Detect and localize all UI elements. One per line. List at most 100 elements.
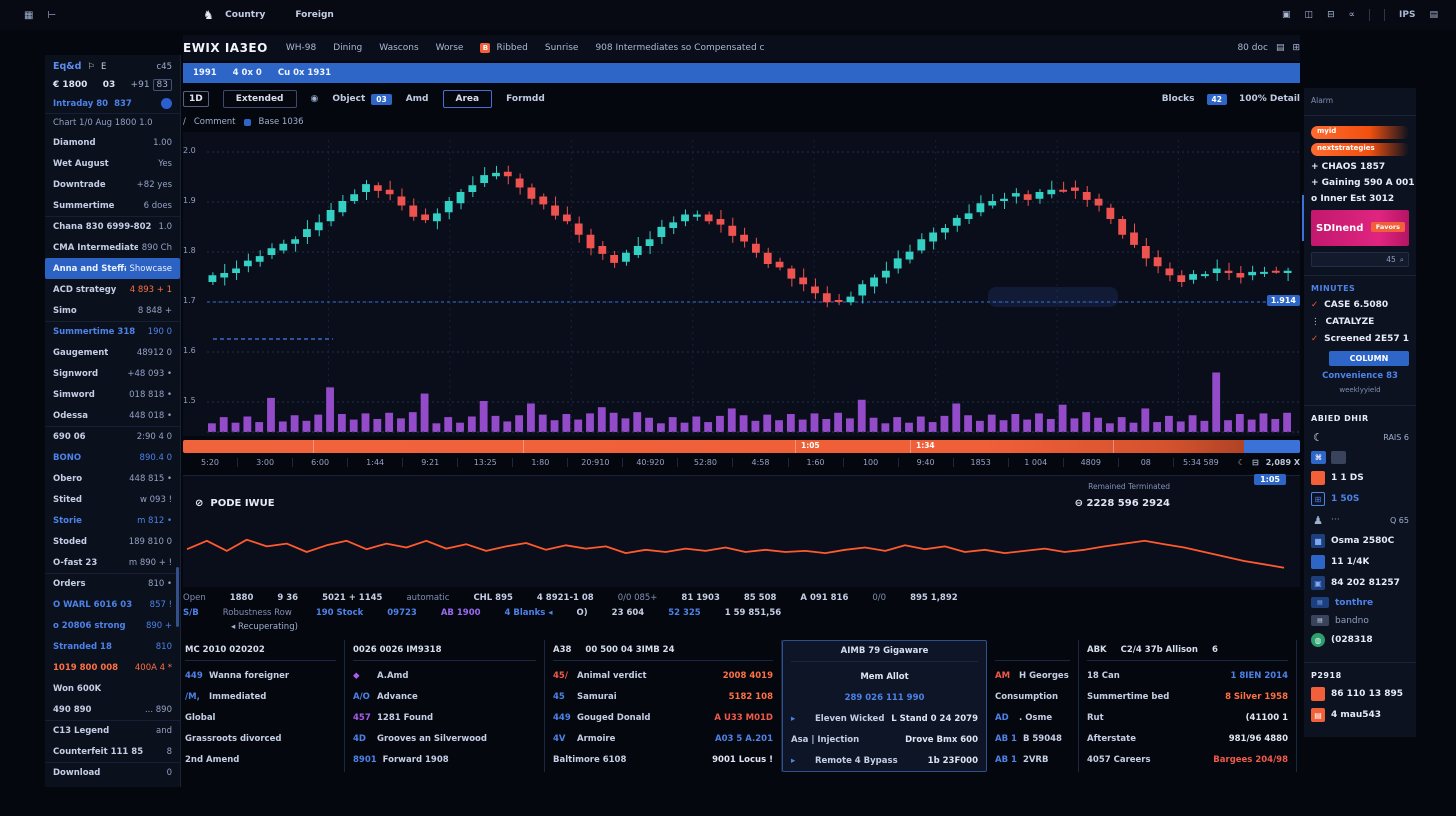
time-axis-label[interactable]: 4809 [1063,458,1118,467]
zoom-level-label[interactable]: 2,089 X [1266,458,1300,467]
candlestick-chart[interactable]: 2.01.91.81.71.61.5 1.914 [183,132,1300,436]
interval-button[interactable]: 1D [183,91,209,107]
panel-row[interactable]: ▤4 mau543 [1311,708,1409,722]
chip-gray[interactable] [1331,451,1346,464]
symbol-tab[interactable]: Ribbed [496,43,527,53]
panel-icon-4[interactable]: ∝ [1349,10,1355,20]
watchlist-row[interactable]: 690 062:90 4 0 [45,426,180,447]
panel-icon-1[interactable]: ▣ [1282,10,1291,20]
watchlist-row[interactable]: Diamond1.00 [45,132,180,153]
symbol-tab[interactable]: Dining [333,43,362,53]
watchlist-row[interactable]: Downtrade+82 yes [45,174,180,195]
moon-icon[interactable]: ☾ [1238,458,1245,467]
watchlist-row[interactable]: Signword+48 093 • [45,363,180,384]
watchlist-row[interactable]: Orders810 • [45,573,180,594]
time-axis-label[interactable]: 1 004 [1008,458,1063,467]
details-row[interactable]: ▸Eleven WickedL Stand 0 24 2079 [791,708,978,729]
time-axis-label[interactable]: 3:00 [237,458,292,467]
user-icon[interactable]: ⊞ [1292,43,1300,53]
checklist-row[interactable]: ⋮CATALYZE [1311,317,1409,327]
banner-button[interactable]: Favors [1371,222,1405,232]
price-level-badge[interactable]: 1.914 [1267,295,1300,306]
extended-button[interactable]: Extended [223,90,297,108]
panel-row[interactable]: ⊞1 50S [1311,492,1409,506]
details-row[interactable]: 449Wanna foreigner [185,665,336,686]
symbol-tab[interactable]: 908 Intermediates so Compensated c [595,43,764,53]
details-row[interactable]: /M,Immediated [185,686,336,707]
convenience-link[interactable]: Convenience 83 [1311,371,1409,381]
chart-scrollbar[interactable]: 1:051:34 [183,440,1300,453]
watchlist-row[interactable]: Simword018 818 • [45,384,180,405]
watchlist-row[interactable]: Counterfeit 111 858 [45,741,180,762]
watchlist-row[interactable]: Stranded 18810 [45,636,180,657]
camera-icon[interactable]: ◉ [311,94,319,104]
chart-canvas[interactable] [183,132,1300,436]
watchlist-row[interactable]: CMA Intermediate890 Ch [45,237,180,258]
details-row[interactable]: Baltimore 61089001 Locus ! [553,749,773,770]
details-row[interactable]: 4571281 Found [353,707,536,728]
watchlist-scrollbar[interactable] [176,567,179,627]
time-axis-label[interactable]: 20:910 [567,458,622,467]
symbol-tab[interactable]: Sunrise [545,43,579,53]
panel-row[interactable]: ☾RAIS 6 [1311,430,1409,444]
watchlist-filter-row[interactable]: € 1800 03 +91 83 [45,76,180,94]
details-row[interactable]: 289 026 111 990 [791,687,978,708]
filter-box[interactable]: 83 [153,79,172,91]
details-row[interactable]: ▸Remote 4 Bypass1b 23F000 [791,750,978,771]
watchlist-row[interactable]: Obero448 815 • [45,468,180,489]
promo-banner[interactable]: SDInendFavors [1311,210,1409,246]
object-button[interactable]: Object [332,94,365,104]
details-row[interactable]: AD. Osme [995,707,1070,728]
details-row[interactable]: AB 1B 59048 [995,728,1070,749]
panel-row[interactable]: ▤tonthre [1311,597,1409,608]
watchlist-row[interactable]: C13 Legendand [45,720,180,741]
promo-pill[interactable]: myid [1311,126,1409,139]
indicator-chip[interactable]: 1:05 [1254,474,1286,485]
app-grid-icon[interactable]: ▦ [24,10,33,21]
indicator-title[interactable]: PODE IWUE [210,498,274,509]
time-axis-label[interactable]: 5:34 589 [1173,458,1228,467]
details-row[interactable]: AMH Georges [995,665,1070,686]
panel-row[interactable]: 11 1/4K [1311,555,1409,569]
time-axis-label[interactable]: 100 [843,458,898,467]
list-line[interactable]: o Inner Est 3012 [1311,194,1409,204]
list-line[interactable]: + Gaining 590 A 001 [1311,178,1409,188]
time-axis-label[interactable]: 13:25 [457,458,512,467]
details-row[interactable]: 2nd Amend [185,749,336,770]
watchlist-row[interactable]: 1019 800 008400A 4 * [45,657,180,678]
details-row[interactable]: Asa | InjectionDrove Bmx 600 [791,729,978,750]
symbol-tab[interactable]: Worse [436,43,464,53]
time-axis-label[interactable]: 9:21 [402,458,457,467]
panel-icon-5[interactable]: ▤ [1429,10,1438,20]
watchlist-row[interactable]: o 20806 strong890 + [45,615,180,636]
bell-icon[interactable]: ⚐ [87,62,95,72]
checklist-row[interactable]: ✓Screened 2E57 1E [1311,334,1409,344]
panel-icon-3[interactable]: ⊟ [1327,10,1335,20]
details-row[interactable]: Summertime bed8 Silver 1958 [1087,686,1288,707]
details-row[interactable]: 45/Animal verdict2008 4019 [553,665,773,686]
panel-row[interactable]: ■Osma 2580C [1311,534,1409,548]
watchlist-row[interactable]: Wet AugustYes [45,153,180,174]
list-line[interactable]: + CHAOS 1857 [1311,162,1409,172]
search-input[interactable]: 45⌕ [1311,252,1409,267]
panel-row[interactable]: ▣84 202 81257 [1311,576,1409,590]
promo-pill[interactable]: nextstrategies [1311,143,1409,156]
calendar-icon[interactable]: ⊟ [1252,458,1259,467]
doc-icon[interactable]: ▤ [1276,43,1285,53]
indicator-panel[interactable]: 1:05 Remained Terminated ⊘ PODE IWUE ⊖ 2… [183,475,1300,587]
checklist-row[interactable]: ✓CASE 6.5080 [1311,300,1409,310]
blocks-button[interactable]: Blocks [1162,94,1195,104]
watchlist-row[interactable]: O-fast 23m 890 + ! [45,552,180,573]
chip-blue[interactable]: ⌘ [1311,451,1326,464]
watchlist-row[interactable]: Stitedw 093 ! [45,489,180,510]
stats-row-3[interactable]: ◂ Recuperating) [231,622,1300,632]
notification-strip[interactable]: 1991 4 0x 0 Cu 0x 1931 [183,63,1300,83]
time-axis-label[interactable]: 4:58 [732,458,787,467]
time-axis-label[interactable]: 1:80 [512,458,567,467]
details-row[interactable]: Global [185,707,336,728]
scrollbar-blue-segment[interactable] [1244,440,1300,453]
details-row[interactable]: Mem Allot [791,666,978,687]
details-row[interactable]: Rut(41100 1 [1087,707,1288,728]
watchlist-row[interactable]: Anna and SteffanShowcase [45,258,180,279]
area-button[interactable]: Area [443,90,493,108]
